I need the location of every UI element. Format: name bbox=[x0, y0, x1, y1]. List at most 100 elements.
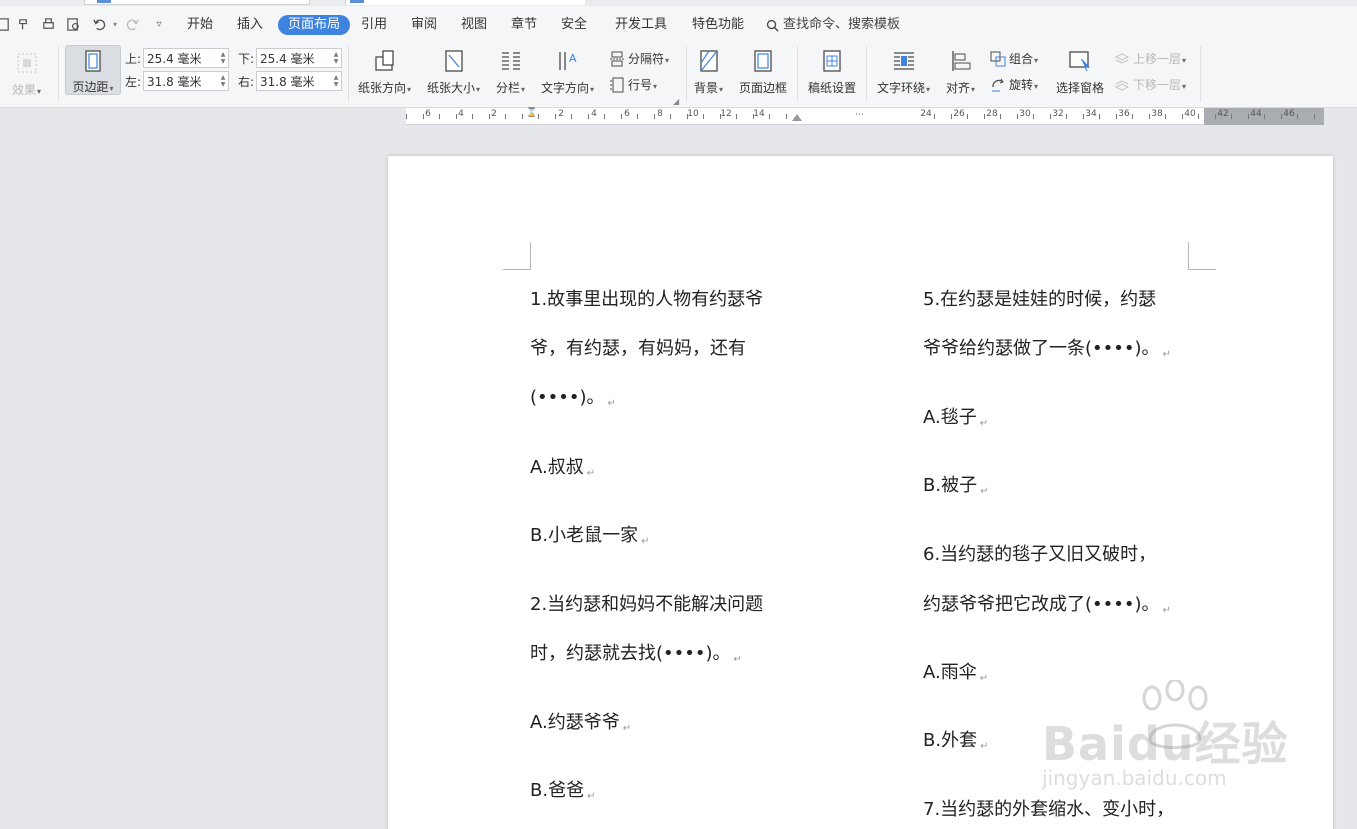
menu-insert[interactable]: 插入 bbox=[227, 15, 273, 35]
customize-toolbar-icon[interactable]: ▿ bbox=[150, 15, 168, 33]
ruler-tick bbox=[456, 114, 457, 119]
text-line[interactable]: B.被子 ↵ bbox=[923, 471, 988, 497]
text-line[interactable]: 爷，有约瑟，有妈妈，还有 bbox=[530, 334, 746, 360]
manuscript-settings-button[interactable]: 稿纸设置 bbox=[808, 48, 856, 96]
align-icon bbox=[948, 48, 974, 74]
text-wrap-button[interactable]: 文字环绕 bbox=[877, 48, 930, 96]
ruler-tick bbox=[720, 114, 721, 119]
ruler-tick bbox=[934, 114, 935, 119]
menu-section[interactable]: 章节 bbox=[501, 15, 547, 35]
menu-page-layout[interactable]: 页面布局 bbox=[278, 15, 351, 35]
paragraph-mark-icon: ↵ bbox=[1162, 349, 1171, 360]
text-line[interactable]: 爷爷给约瑟做了一条(••••)。 ↵ bbox=[923, 334, 1171, 360]
background-button[interactable]: 背景 bbox=[694, 48, 723, 96]
search-icon bbox=[766, 19, 779, 32]
ruler-label: 26 bbox=[953, 109, 965, 119]
text-line[interactable]: A.叔叔 ↵ bbox=[530, 453, 595, 479]
ruler-tick bbox=[439, 114, 440, 119]
search-label: 查找命令、搜索模板 bbox=[783, 17, 901, 32]
print-icon[interactable] bbox=[39, 15, 57, 33]
text-line[interactable]: A.雨伞 ↵ bbox=[923, 658, 988, 684]
print-preview-icon[interactable] bbox=[64, 15, 82, 33]
ruler-label: 4 bbox=[591, 109, 597, 119]
format-painter-icon[interactable] bbox=[14, 15, 32, 33]
margin-top-input[interactable]: 25.4 毫米 ▲ ▼ bbox=[143, 48, 229, 68]
menu-review[interactable]: 审阅 bbox=[401, 15, 447, 35]
menu-security[interactable]: 安全 bbox=[551, 15, 597, 35]
text-line[interactable]: A.毯子 ↵ bbox=[923, 403, 988, 429]
spinner-arrows-icon[interactable]: ▲ ▼ bbox=[218, 72, 228, 90]
right-indent-marker-icon[interactable] bbox=[792, 114, 802, 121]
menu-developer[interactable]: 开发工具 bbox=[605, 15, 677, 35]
menu-view[interactable]: 视图 bbox=[451, 15, 497, 35]
margin-top-row: 上: 25.4 毫米 ▲ ▼ bbox=[125, 48, 229, 68]
text-line[interactable]: 约瑟爷爷把它改成了(••••)。 ↵ bbox=[923, 590, 1171, 616]
menu-references[interactable]: 引用 bbox=[351, 15, 397, 35]
ruler-tick bbox=[984, 114, 985, 119]
line-numbers-button[interactable]: 行号 bbox=[609, 76, 657, 93]
text-line[interactable]: (••••)。 ↵ bbox=[530, 383, 616, 409]
ruler-tick bbox=[555, 114, 556, 119]
text-line[interactable]: B.爸爸 ↵ bbox=[530, 776, 595, 802]
text-direction-icon: A bbox=[555, 48, 581, 74]
left-indent-marker-icon[interactable]: ⌛ bbox=[526, 108, 537, 118]
text-line[interactable]: 2.当约瑟和妈妈不能解决问题 bbox=[530, 590, 763, 616]
margin-left-input[interactable]: 31.8 毫米 ▲ ▼ bbox=[143, 71, 229, 91]
breaks-button[interactable]: 分隔符 bbox=[609, 50, 669, 67]
spinner-arrows-icon[interactable]: ▲ ▼ bbox=[218, 49, 228, 67]
paper-size-button[interactable]: 纸张大小 bbox=[427, 48, 480, 96]
margin-bottom-input[interactable]: 25.4 毫米 ▲ ▼ bbox=[256, 48, 342, 68]
ruler-label: 24 bbox=[920, 109, 932, 119]
margin-right-input[interactable]: 31.8 毫米 ▲ ▼ bbox=[256, 71, 342, 91]
text-line[interactable]: 7.当约瑟的外套缩水、变小时， bbox=[923, 795, 1174, 821]
command-search[interactable]: 查找命令、搜索模板 bbox=[766, 15, 900, 35]
document-tab[interactable] bbox=[84, 0, 310, 5]
page-setup-launcher-icon[interactable]: ◢ bbox=[673, 97, 679, 106]
align-button[interactable]: 对齐 bbox=[946, 48, 975, 96]
menu-home[interactable]: 开始 bbox=[177, 15, 223, 35]
rotate-button[interactable]: 旋转 bbox=[990, 76, 1038, 93]
spinner-arrows-icon[interactable]: ▲ ▼ bbox=[331, 49, 341, 67]
ruler-label: 28 bbox=[986, 109, 998, 119]
horizontal-ruler[interactable]: 6 4 2 2 4 6 8 10 12 14 24 26 28 30 32 34 36 38 40 42 44 46 ⌛ … bbox=[406, 108, 1324, 126]
paragraph-mark-icon: ↵ bbox=[622, 723, 632, 734]
paragraph-mark-icon: ↵ bbox=[607, 398, 616, 409]
paragraph-mark-icon: ↵ bbox=[733, 654, 742, 665]
columns-button[interactable]: 分栏 bbox=[496, 48, 525, 96]
group-button[interactable]: 组合 bbox=[990, 50, 1038, 67]
ruler-label: 42 bbox=[1217, 109, 1229, 119]
text-line[interactable]: 5.在约瑟是娃娃的时候，约瑟 bbox=[923, 285, 1156, 311]
undo-dropdown-icon[interactable]: ▾ bbox=[106, 15, 124, 33]
selection-pane-button[interactable]: 选择窗格 bbox=[1056, 48, 1104, 96]
text-line[interactable]: B.外套 ↵ bbox=[923, 726, 988, 752]
ruler-label: 30 bbox=[1019, 109, 1031, 119]
ruler-tick bbox=[1281, 114, 1282, 119]
text-line[interactable]: 6.当约瑟的毯子又旧又破时， bbox=[923, 540, 1156, 566]
text-line[interactable]: 时，约瑟就去找(••••)。 ↵ bbox=[530, 639, 742, 665]
paper-size-icon bbox=[441, 48, 467, 74]
effect-button[interactable]: 效果 bbox=[12, 50, 41, 98]
redo-icon[interactable] bbox=[123, 15, 141, 33]
document-canvas-background bbox=[0, 108, 388, 829]
text-direction-button[interactable]: A 文字方向 bbox=[541, 48, 594, 96]
separator bbox=[1200, 46, 1201, 102]
text-line[interactable]: A.约瑟爷爷 ↵ bbox=[530, 708, 631, 734]
file-icon[interactable] bbox=[0, 15, 12, 33]
send-backward-button[interactable]: 下移一层 bbox=[1114, 76, 1186, 93]
spinner-arrows-icon[interactable]: ▲ ▼ bbox=[331, 72, 341, 90]
document-tab-active[interactable] bbox=[345, 0, 585, 5]
page-border-button[interactable]: 页面边框 bbox=[739, 48, 787, 96]
ruler-label: 10 bbox=[687, 109, 699, 119]
ruler-tick bbox=[769, 114, 770, 119]
text-line[interactable]: B.小老鼠一家 ↵ bbox=[530, 521, 649, 547]
document-page[interactable]: 1.故事里出现的人物有约瑟爷 爷，有约瑟，有妈妈，还有 (••••)。 ↵ A.叔… bbox=[388, 156, 1333, 829]
bring-forward-button[interactable]: 上移一层 bbox=[1114, 50, 1186, 67]
column-gap-handle-icon[interactable]: ⋯ bbox=[855, 110, 864, 120]
orientation-button[interactable]: 纸张方向 bbox=[358, 48, 411, 96]
text-line[interactable]: 1.故事里出现的人物有约瑟爷 bbox=[530, 285, 763, 311]
rotate-icon bbox=[992, 78, 1004, 91]
page-break-icon bbox=[610, 51, 624, 66]
ruler-label: 2 bbox=[491, 109, 497, 119]
menu-special-features[interactable]: 特色功能 bbox=[682, 15, 754, 35]
margins-button[interactable]: 页边距 bbox=[65, 45, 121, 95]
